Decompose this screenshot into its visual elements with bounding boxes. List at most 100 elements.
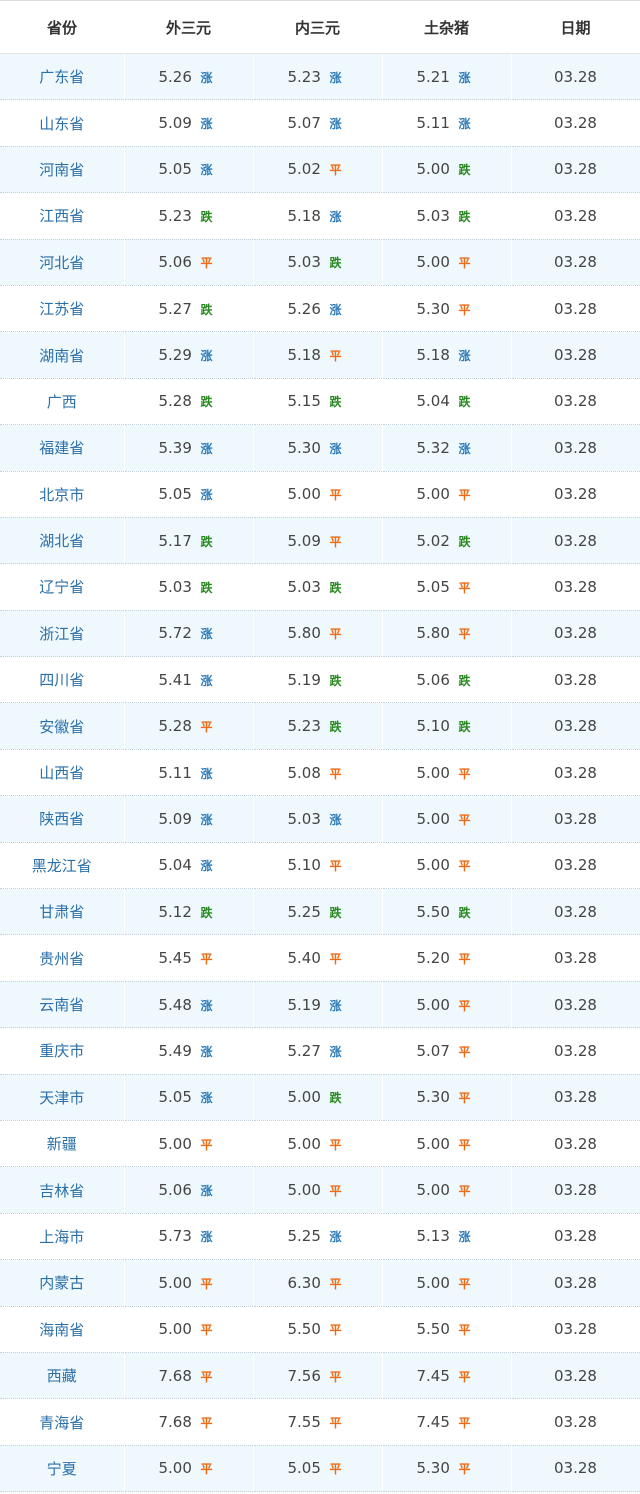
inner-price-value: 5.03 <box>287 577 321 596</box>
trend-badge: 平 <box>458 1276 471 1291</box>
outer-price-cell: 5.12 跌 <box>124 888 254 936</box>
outer-price-cell: 5.49 涨 <box>124 1027 254 1075</box>
trend-badge: 涨 <box>329 302 342 317</box>
outer-price-value: 5.29 <box>158 346 192 365</box>
local-price-value: 5.02 <box>416 531 450 550</box>
table-header: 省份 外三元 内三元 土杂猪 日期 <box>0 0 640 54</box>
trend-badge: 涨 <box>458 117 471 132</box>
local-price-cell: 5.20 平 <box>382 934 512 982</box>
inner-price-cell: 5.25 涨 <box>253 1213 383 1261</box>
trend-badge: 涨 <box>329 1230 342 1245</box>
table-row: 广东省 5.26 涨 5.23 涨 5.21 涨 03.28 <box>0 53 640 101</box>
date-cell: 03.28 <box>511 53 640 101</box>
local-price-cell: 5.13 涨 <box>382 1213 512 1261</box>
date-cell: 03.28 <box>511 1213 640 1261</box>
trend-badge: 涨 <box>200 1184 213 1199</box>
table-row: 海南省 5.00 平 5.50 平 5.50 平 03.28 <box>0 1306 640 1353</box>
local-price-value: 5.06 <box>416 670 450 689</box>
inner-price-cell: 5.00 跌 <box>253 1074 383 1121</box>
trend-badge: 平 <box>200 256 213 271</box>
local-price-value: 5.05 <box>416 577 450 596</box>
inner-price-value: 5.03 <box>287 253 321 272</box>
outer-price-value: 5.05 <box>158 1088 192 1107</box>
local-price-cell: 5.00 平 <box>382 471 512 518</box>
trend-badge: 跌 <box>329 673 342 688</box>
inner-price-value: 5.27 <box>287 1041 321 1060</box>
outer-price-cell: 5.05 涨 <box>124 471 254 518</box>
table-row: 西藏 7.68 平 7.56 平 7.45 平 03.28 <box>0 1352 640 1400</box>
date-cell: 03.28 <box>511 1027 640 1075</box>
trend-badge: 跌 <box>329 395 342 410</box>
local-price-cell: 5.00 平 <box>382 1120 512 1168</box>
outer-price-cell: 5.29 涨 <box>124 331 254 379</box>
local-price-value: 5.07 <box>416 1041 450 1060</box>
table-row: 云南省 5.48 涨 5.19 涨 5.00 平 03.28 <box>0 981 640 1029</box>
inner-price-value: 7.55 <box>287 1413 321 1432</box>
local-price-value: 5.32 <box>416 438 450 457</box>
trend-badge: 跌 <box>458 395 471 410</box>
trend-badge: 涨 <box>200 998 213 1013</box>
trend-badge: 平 <box>458 1462 471 1477</box>
trend-badge: 跌 <box>329 256 342 271</box>
province-cell: 福建省 <box>0 424 125 472</box>
local-price-value: 5.00 <box>416 809 450 828</box>
local-price-value: 5.03 <box>416 206 450 225</box>
province-cell: 贵州省 <box>0 934 125 982</box>
trend-badge: 涨 <box>329 998 342 1013</box>
outer-price-value: 5.45 <box>158 949 192 968</box>
outer-price-value: 7.68 <box>158 1413 192 1432</box>
trend-badge: 涨 <box>458 441 471 456</box>
local-price-cell: 5.50 跌 <box>382 888 512 936</box>
province-cell: 山东省 <box>0 99 125 147</box>
inner-price-cell: 5.08 平 <box>253 749 383 797</box>
trend-badge: 涨 <box>200 441 213 456</box>
inner-price-value: 5.40 <box>287 949 321 968</box>
date-cell: 03.28 <box>511 795 640 843</box>
trend-badge: 平 <box>200 1276 213 1291</box>
table-row: 湖南省 5.29 涨 5.18 平 5.18 涨 03.28 <box>0 331 640 379</box>
trend-badge: 涨 <box>458 349 471 364</box>
trend-badge: 平 <box>458 998 471 1013</box>
trend-badge: 平 <box>458 1091 471 1106</box>
province-cell: 广东省 <box>0 53 125 101</box>
date-cell: 03.28 <box>511 1306 640 1353</box>
outer-price-value: 5.09 <box>158 114 192 133</box>
trend-badge: 涨 <box>200 163 213 178</box>
local-price-cell: 5.30 平 <box>382 285 512 333</box>
local-price-value: 5.10 <box>416 717 450 736</box>
trend-badge: 跌 <box>200 905 213 920</box>
trend-badge: 涨 <box>200 627 213 642</box>
inner-price-value: 5.03 <box>287 809 321 828</box>
trend-badge: 平 <box>200 1462 213 1477</box>
date-cell: 03.28 <box>511 239 640 286</box>
trend-badge: 跌 <box>200 534 213 549</box>
trend-badge: 涨 <box>329 117 342 132</box>
outer-price-value: 5.23 <box>158 206 192 225</box>
province-cell: 北京市 <box>0 471 125 518</box>
local-price-cell: 5.03 跌 <box>382 192 512 240</box>
trend-badge: 平 <box>458 766 471 781</box>
local-price-value: 5.21 <box>416 67 450 86</box>
inner-price-cell: 7.55 平 <box>253 1398 383 1446</box>
inner-price-cell: 7.56 平 <box>253 1352 383 1400</box>
local-price-cell: 5.05 平 <box>382 563 512 611</box>
inner-price-value: 5.08 <box>287 763 321 782</box>
province-cell: 西藏 <box>0 1352 125 1400</box>
local-price-value: 5.11 <box>416 114 450 133</box>
inner-price-value: 5.18 <box>287 206 321 225</box>
date-cell: 03.28 <box>511 146 640 194</box>
inner-price-cell: 5.25 跌 <box>253 888 383 936</box>
outer-price-cell: 5.72 涨 <box>124 610 254 658</box>
local-price-value: 5.00 <box>416 1134 450 1153</box>
trend-badge: 平 <box>329 349 342 364</box>
outer-price-value: 5.17 <box>158 531 192 550</box>
local-price-cell: 5.30 平 <box>382 1445 512 1493</box>
trend-badge: 平 <box>458 302 471 317</box>
province-cell: 内蒙古 <box>0 1259 125 1307</box>
trend-badge: 平 <box>329 1323 342 1338</box>
table-row: 陕西省 5.09 涨 5.03 涨 5.00 平 03.28 <box>0 795 640 843</box>
local-price-cell: 5.00 平 <box>382 842 512 890</box>
province-cell: 山西省 <box>0 749 125 797</box>
outer-price-cell: 5.11 涨 <box>124 749 254 797</box>
trend-badge: 涨 <box>200 859 213 874</box>
